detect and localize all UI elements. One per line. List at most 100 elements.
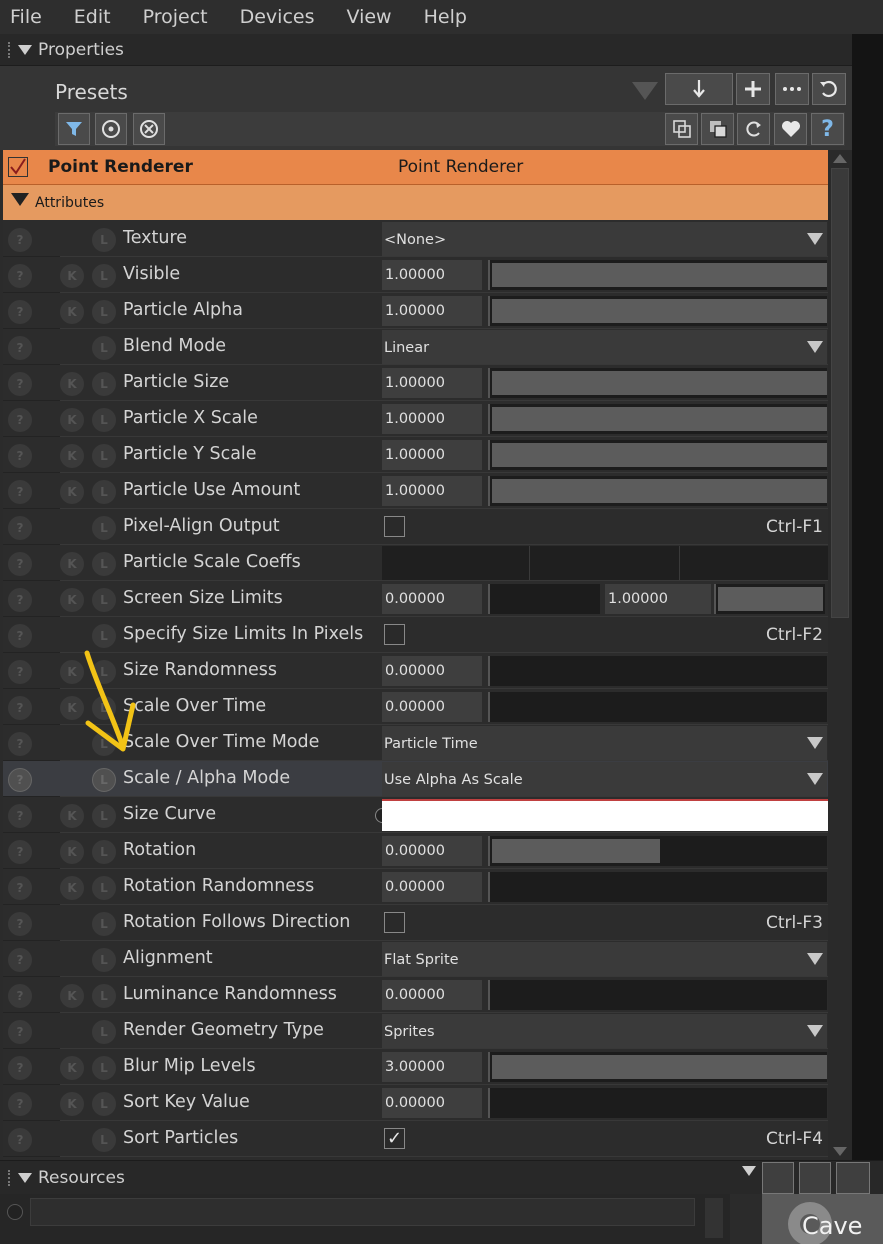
- help-circle-icon[interactable]: ?: [8, 1056, 32, 1080]
- attribute-dropdown[interactable]: <None>: [382, 222, 827, 256]
- help-circle-icon[interactable]: ?: [8, 480, 32, 504]
- attribute-slider[interactable]: [488, 980, 827, 1010]
- attribute-checkbox[interactable]: [384, 516, 405, 537]
- resource-copy-icon[interactable]: [762, 1162, 794, 1194]
- help-circle-icon[interactable]: ?: [8, 372, 32, 396]
- attribute-dropdown[interactable]: Linear: [382, 330, 827, 364]
- attribute-slider[interactable]: [488, 1088, 827, 1118]
- scrollbar-thumb[interactable]: [831, 168, 849, 618]
- help-circle-icon[interactable]: ?: [8, 588, 32, 612]
- attribute-slider[interactable]: [488, 836, 827, 866]
- resources-menu-arrow-icon[interactable]: [742, 1166, 756, 1176]
- attribute-value-field[interactable]: 0.00000: [382, 656, 482, 686]
- keyframe-circle-icon[interactable]: K: [60, 444, 84, 468]
- help-circle-icon[interactable]: ?: [8, 984, 32, 1008]
- link-circle-icon[interactable]: L: [92, 588, 116, 612]
- link-circle-icon[interactable]: L: [92, 552, 116, 576]
- help-circle-icon[interactable]: ?: [8, 768, 32, 792]
- resources-scrollbar[interactable]: [705, 1198, 723, 1238]
- resource-stack-icon[interactable]: [836, 1162, 870, 1194]
- help-circle-icon[interactable]: ?: [8, 840, 32, 864]
- resources-search-field[interactable]: [30, 1198, 695, 1226]
- help-circle-icon[interactable]: ?: [8, 804, 32, 828]
- attribute-value-field[interactable]: 1.00000: [382, 368, 482, 398]
- help-circle-icon[interactable]: ?: [8, 696, 32, 720]
- link-circle-icon[interactable]: L: [92, 984, 116, 1008]
- help-circle-icon[interactable]: ?: [8, 300, 32, 324]
- help-circle-icon[interactable]: ?: [8, 1092, 32, 1116]
- collapse-triangle-icon[interactable]: [11, 193, 29, 206]
- chevron-down-icon[interactable]: [807, 341, 823, 353]
- attribute-slider[interactable]: [488, 404, 827, 434]
- min-value-field[interactable]: 0.00000: [382, 584, 482, 614]
- attribute-slider[interactable]: [488, 440, 827, 470]
- copy-icon[interactable]: [665, 113, 698, 145]
- reset-icon[interactable]: [737, 113, 770, 145]
- link-circle-icon[interactable]: L: [92, 408, 116, 432]
- keyframe-circle-icon[interactable]: K: [60, 552, 84, 576]
- attribute-dropdown[interactable]: Particle Time: [382, 726, 827, 760]
- drag-grip-icon[interactable]: [8, 41, 12, 58]
- favorite-heart-icon[interactable]: [774, 113, 807, 145]
- attribute-slider[interactable]: [488, 476, 827, 506]
- menu-view[interactable]: View: [337, 6, 392, 28]
- help-circle-icon[interactable]: ?: [8, 552, 32, 576]
- link-circle-icon[interactable]: L: [92, 1092, 116, 1116]
- help-circle-icon[interactable]: ?: [8, 1020, 32, 1044]
- attribute-value-field[interactable]: 1.00000: [382, 404, 482, 434]
- attribute-checkbox[interactable]: ✓: [384, 1128, 405, 1149]
- resource-thumbnail[interactable]: Cave: [762, 1194, 883, 1244]
- attribute-dropdown[interactable]: Sprites: [382, 1014, 827, 1048]
- attribute-dropdown[interactable]: Flat Sprite: [382, 942, 827, 976]
- presets-dropdown-arrow-icon[interactable]: [632, 82, 658, 100]
- scroll-up-arrow-icon[interactable]: [833, 154, 847, 163]
- menu-project[interactable]: Project: [133, 6, 208, 28]
- attribute-value-field[interactable]: 0.00000: [382, 692, 482, 722]
- attribute-value-field[interactable]: 0.00000: [382, 872, 482, 902]
- collapse-triangle-icon[interactable]: [18, 44, 32, 55]
- attribute-slider[interactable]: [488, 656, 827, 686]
- help-circle-icon[interactable]: ?: [8, 948, 32, 972]
- keyframe-circle-icon[interactable]: K: [60, 408, 84, 432]
- more-options-button[interactable]: [775, 73, 809, 105]
- max-value-field[interactable]: 1.00000: [605, 584, 711, 614]
- attribute-slider[interactable]: [488, 368, 827, 398]
- attribute-slider[interactable]: [488, 872, 827, 902]
- link-circle-icon[interactable]: L: [92, 480, 116, 504]
- attribute-dropdown[interactable]: Use Alpha As Scale: [382, 762, 827, 796]
- attribute-checkbox[interactable]: [384, 624, 405, 645]
- attribute-slider[interactable]: [488, 296, 827, 326]
- help-circle-icon[interactable]: ?: [8, 336, 32, 360]
- help-circle-icon[interactable]: ?: [8, 876, 32, 900]
- clear-filter-icon[interactable]: [133, 113, 165, 145]
- attribute-value-field[interactable]: 0.00000: [382, 1088, 482, 1118]
- resource-select-icon[interactable]: [799, 1162, 831, 1194]
- target-icon[interactable]: [95, 113, 127, 145]
- attribute-slider[interactable]: [488, 260, 827, 290]
- menu-devices[interactable]: Devices: [230, 6, 315, 28]
- attribute-value-field[interactable]: 1.00000: [382, 440, 482, 470]
- link-circle-icon[interactable]: L: [92, 1056, 116, 1080]
- help-circle-icon[interactable]: ?: [8, 408, 32, 432]
- link-circle-icon[interactable]: L: [92, 1128, 116, 1152]
- keyframe-circle-icon[interactable]: K: [60, 804, 84, 828]
- keyframe-circle-icon[interactable]: K: [60, 1056, 84, 1080]
- attribute-value-field[interactable]: 0.00000: [382, 980, 482, 1010]
- link-circle-icon[interactable]: L: [92, 300, 116, 324]
- link-circle-icon[interactable]: L: [92, 768, 116, 792]
- link-circle-icon[interactable]: L: [92, 264, 116, 288]
- attribute-value-field[interactable]: 1.00000: [382, 476, 482, 506]
- max-slider[interactable]: [714, 584, 825, 614]
- link-circle-icon[interactable]: L: [92, 372, 116, 396]
- keyframe-circle-icon[interactable]: K: [60, 1092, 84, 1116]
- help-circle-icon[interactable]: ?: [8, 228, 32, 252]
- help-circle-icon[interactable]: ?: [8, 1128, 32, 1152]
- keyframe-circle-icon[interactable]: K: [60, 588, 84, 612]
- size-curve-editor[interactable]: [382, 799, 828, 831]
- component-header[interactable]: Point Renderer Point Renderer: [3, 150, 828, 185]
- attribute-value-field[interactable]: 3.00000: [382, 1052, 482, 1082]
- help-circle-icon[interactable]: ?: [8, 264, 32, 288]
- attributes-section-header[interactable]: Attributes: [3, 185, 828, 220]
- link-circle-icon[interactable]: L: [92, 444, 116, 468]
- refresh-icon[interactable]: [812, 73, 846, 105]
